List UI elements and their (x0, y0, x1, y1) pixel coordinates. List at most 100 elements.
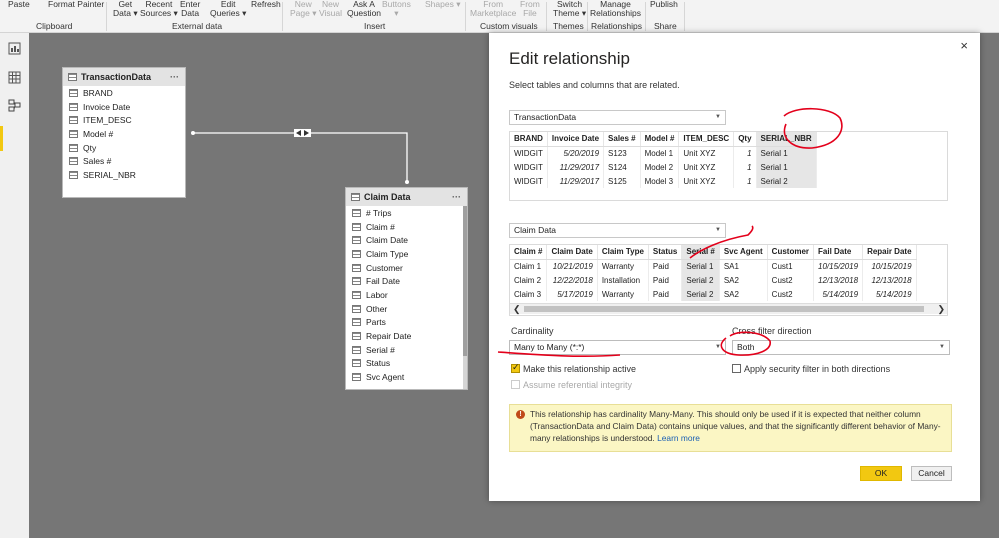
scroll-left-icon[interactable]: ❮ (513, 304, 521, 314)
table-cell: Installation (597, 273, 649, 287)
column-header[interactable]: Model # (640, 132, 680, 147)
field-name: Other (366, 303, 388, 314)
column-header[interactable]: Sales # (603, 132, 641, 147)
table1-select[interactable]: TransactionData ▼ (509, 110, 726, 125)
column-header[interactable]: Fail Date (813, 245, 864, 260)
field-row[interactable]: Other (346, 302, 467, 316)
claim-data-table-card[interactable]: Claim Data ··· # Trips Claim # Claim Date C… (345, 187, 468, 390)
model-view-icon[interactable] (8, 99, 21, 112)
field-row[interactable]: Customer (346, 261, 467, 275)
ribbon-button[interactable]: Ask A Question (347, 0, 381, 18)
column-header[interactable]: Qty (733, 132, 757, 147)
column-icon (352, 208, 361, 217)
column-header[interactable]: ITEM_DESC (678, 132, 735, 147)
scrollbar-thumb[interactable] (524, 306, 924, 312)
column-header[interactable]: SERIAL_NBR (756, 132, 817, 147)
table-cell: 5/14/2019 (813, 287, 864, 301)
field-row[interactable]: # Trips (346, 206, 467, 220)
close-icon[interactable]: × (960, 38, 968, 53)
table-cell: 1 (733, 146, 757, 160)
table-icon (68, 73, 77, 81)
table-cell: Serial 1 (756, 160, 817, 174)
column-header[interactable]: Claim # (510, 245, 548, 260)
column-header[interactable]: Claim Date (546, 245, 598, 260)
ribbon-button[interactable]: Manage Relationships (590, 0, 641, 18)
column-header[interactable]: Serial # (681, 245, 720, 260)
cardinality-select[interactable]: Many to Many (*:*) ▼ (509, 340, 726, 355)
learn-more-link[interactable]: Learn more (657, 433, 700, 443)
field-row[interactable]: Sales # (63, 154, 185, 168)
field-name: Parts (366, 317, 386, 328)
ribbon-button[interactable]: Paste (8, 0, 30, 9)
column-header[interactable]: Status (648, 245, 683, 260)
ribbon-button[interactable]: Buttons ▾ (382, 0, 411, 18)
ribbon: Paste Format Painter Get Data ▾ Recent Sour… (0, 0, 999, 33)
ribbon-button[interactable]: Format Painter (48, 0, 104, 9)
field-row[interactable]: Claim Date (346, 233, 467, 247)
scrollbar-thumb[interactable] (463, 206, 467, 356)
field-row[interactable]: Fail Date (346, 274, 467, 288)
table1-preview-table: BRAND Invoice Date Sales # Model # ITEM_DESC… (510, 132, 817, 188)
column-header[interactable]: Customer (767, 245, 815, 260)
ribbon-button[interactable]: Edit Queries ▾ (210, 0, 246, 18)
ribbon-button[interactable]: From Marketplace (470, 0, 516, 18)
cardinality-label: Cardinality (511, 326, 554, 336)
table2-preview-table: Claim # Claim Date Claim Type Status Serial … (510, 245, 917, 301)
column-header[interactable]: Claim Type (597, 245, 649, 260)
table-cell: 1 (733, 160, 757, 174)
field-row[interactable]: Repair Date (346, 329, 467, 343)
ribbon-button[interactable]: From File (520, 0, 540, 18)
ok-button[interactable]: OK (860, 466, 902, 481)
ribbon-button[interactable]: Refresh (251, 0, 281, 9)
table-cell: 11/29/2017 (547, 174, 605, 188)
scroll-right-icon[interactable]: ❯ (937, 304, 945, 314)
transaction-data-table-card[interactable]: TransactionData ··· BRAND Invoice Date ITE… (62, 67, 186, 198)
ribbon-button[interactable]: Switch Theme ▾ (553, 0, 586, 18)
report-view-icon[interactable] (8, 42, 21, 55)
table2-select[interactable]: Claim Data ▼ (509, 223, 726, 238)
ribbon-button[interactable]: Shapes ▾ (425, 0, 460, 9)
table-cell: WIDGIT (510, 160, 548, 174)
column-header[interactable]: Invoice Date (547, 132, 605, 147)
field-row[interactable]: SERIAL_NBR (63, 168, 185, 182)
table-cell: Unit XYZ (678, 160, 735, 174)
header-row: Claim # Claim Date Claim Type Status Serial … (510, 245, 917, 260)
ribbon-button[interactable]: Enter Data (180, 0, 200, 18)
ribbon-button[interactable]: Publish (650, 0, 678, 9)
field-row[interactable]: Qty (63, 141, 185, 155)
ribbon-button[interactable]: New Page ▾ (290, 0, 316, 18)
table-cell: WIDGIT (510, 174, 548, 188)
field-row[interactable]: Model # (63, 127, 185, 141)
field-row[interactable]: Claim # (346, 220, 467, 234)
field-row[interactable]: Status (346, 357, 467, 371)
data-view-icon[interactable] (8, 71, 21, 84)
ribbon-button[interactable]: Get Data ▾ (113, 0, 138, 18)
field-row[interactable]: Parts (346, 316, 467, 330)
field-row[interactable]: Claim Type (346, 247, 467, 261)
referential-integrity-checkbox[interactable] (511, 380, 520, 389)
ribbon-button[interactable]: Recent Sources ▾ (140, 0, 178, 18)
column-header[interactable]: BRAND (510, 132, 548, 147)
table-card-header: Claim Data ··· (346, 188, 467, 206)
field-row[interactable]: Serial # (346, 343, 467, 357)
column-header[interactable]: Repair Date (862, 245, 917, 260)
crossfilter-select[interactable]: Both ▼ (732, 340, 950, 355)
field-row[interactable]: BRAND (63, 86, 185, 100)
table-cell: Cust1 (767, 259, 815, 273)
field-row[interactable]: Svc Agent (346, 370, 467, 384)
security-filter-checkbox[interactable] (732, 364, 741, 373)
field-row[interactable]: ITEM_DESC (63, 113, 185, 127)
column-header[interactable]: Svc Agent (719, 245, 768, 260)
ribbon-button[interactable]: New Visual (319, 0, 342, 18)
field-row[interactable]: Invoice Date (63, 100, 185, 114)
horizontal-scrollbar[interactable]: ❮ ❯ (510, 303, 947, 314)
more-options-icon[interactable]: ··· (452, 192, 461, 202)
make-active-checkbox[interactable] (511, 362, 520, 373)
table-cell: Paid (648, 287, 683, 301)
field-name: Model # (83, 128, 114, 139)
field-row[interactable]: Labor (346, 288, 467, 302)
cancel-button[interactable]: Cancel (911, 466, 952, 481)
header-row: BRAND Invoice Date Sales # Model # ITEM_DESC… (510, 132, 817, 147)
table-cell: 12/13/2018 (813, 273, 864, 287)
more-options-icon[interactable]: ··· (170, 72, 179, 82)
